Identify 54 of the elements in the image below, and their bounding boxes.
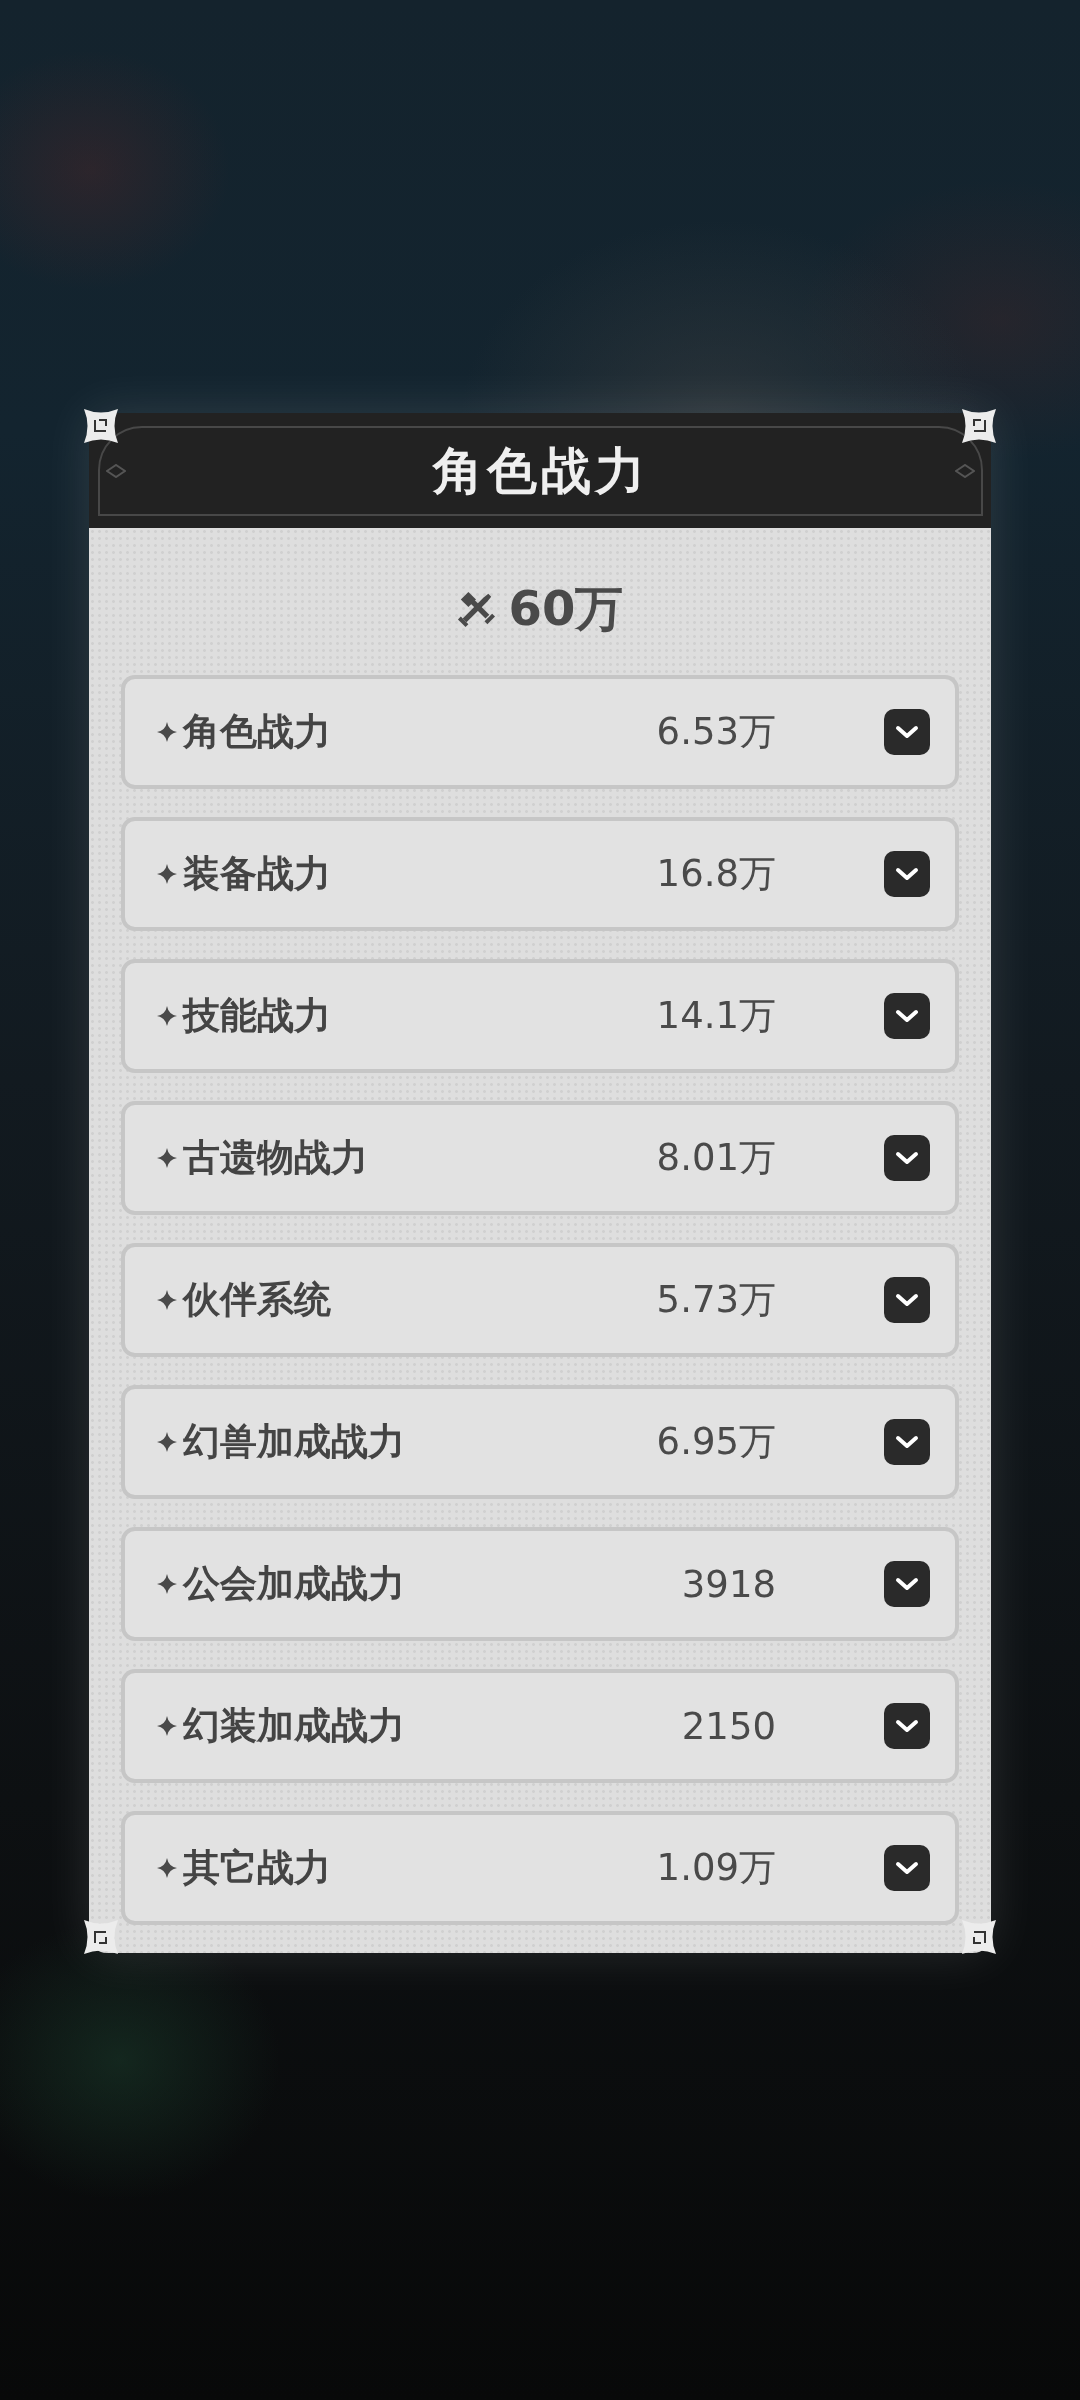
corner-ornament-icon [84,409,118,443]
chevron-down-icon [895,1577,919,1591]
stat-label: 角色战力 [183,709,332,755]
stat-value: 6.53万 [656,709,776,755]
sparkle-icon [157,1716,177,1736]
expand-button[interactable] [884,851,930,897]
stat-label: 伙伴系统 [183,1277,332,1323]
chevron-down-icon [895,1435,919,1449]
stat-label: 公会加成战力 [183,1561,406,1607]
stat-value: 5.73万 [656,1277,776,1323]
sparkle-icon [157,1574,177,1594]
expand-button[interactable] [884,709,930,755]
stat-label: 技能战力 [183,993,332,1039]
corner-ornament-icon [84,1920,118,1954]
chevron-down-icon [895,1861,919,1875]
expand-button[interactable] [884,993,930,1039]
expand-button[interactable] [884,1135,930,1181]
corner-ornament-icon [962,1920,996,1954]
chevron-down-icon [895,867,919,881]
stat-label: 幻装加成战力 [183,1703,406,1749]
sparkle-icon [157,1432,177,1452]
expand-button[interactable] [884,1703,930,1749]
stat-label: 古遗物战力 [183,1135,369,1181]
expand-button[interactable] [884,1845,930,1891]
expand-button[interactable] [884,1419,930,1465]
expand-button[interactable] [884,1277,930,1323]
stat-value: 6.95万 [656,1419,776,1465]
stat-value: 1.09万 [656,1845,776,1891]
sparkle-icon [157,1148,177,1168]
stat-label: 装备战力 [183,851,332,897]
expand-button[interactable] [884,1561,930,1607]
chevron-down-icon [895,1009,919,1023]
chevron-down-icon [895,725,919,739]
chevron-down-icon [895,1151,919,1165]
sparkle-icon [157,722,177,742]
dialog-title: 角色战力 [432,441,649,501]
sparkle-icon [157,1006,177,1026]
stat-value: 14.1万 [656,993,776,1039]
stat-value: 16.8万 [656,851,776,897]
sparkle-icon [157,864,177,884]
stat-value: 3918 [681,1562,776,1606]
stat-value: 8.01万 [656,1135,776,1181]
stat-value: 2150 [681,1704,776,1748]
corner-ornament-icon [962,409,996,443]
chevron-down-icon [895,1293,919,1307]
diamond-ornament-icon [106,464,126,478]
sparkle-icon [157,1290,177,1310]
stat-label: 其它战力 [183,1845,332,1891]
diamond-ornament-icon [955,464,975,478]
chevron-down-icon [895,1719,919,1733]
total-power-value: 60万 [508,579,624,638]
sparkle-icon [157,1858,177,1878]
crossed-tools-icon [456,590,495,628]
stat-label: 幻兽加成战力 [183,1419,406,1465]
